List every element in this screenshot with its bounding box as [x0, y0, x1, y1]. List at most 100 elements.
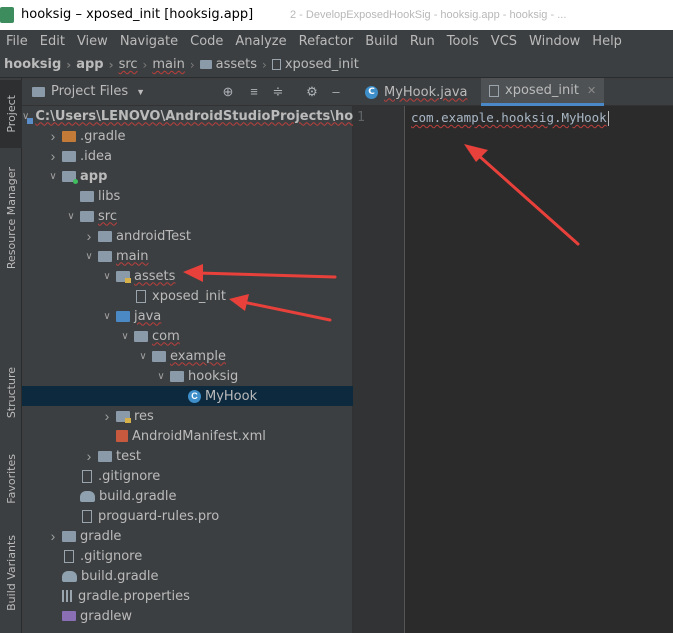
tree-item-hooksig[interactable]: hooksig [22, 366, 353, 386]
close-icon[interactable]: ✕ [587, 84, 596, 97]
tree-item-gradle[interactable]: .gradle [22, 126, 353, 146]
text-caret [607, 111, 609, 126]
menu-refactor[interactable]: Refactor [293, 34, 360, 49]
breadcrumb-item[interactable]: assets › [199, 57, 272, 72]
menu-file[interactable]: File [0, 34, 34, 49]
breadcrumb-item[interactable]: xposed_init [271, 57, 359, 72]
tree-item-gradle[interactable]: gradle [22, 526, 353, 546]
chevron-right-icon[interactable] [46, 528, 60, 544]
chevron-right-icon: › [66, 57, 72, 72]
expand-all-icon[interactable]: ≑ [270, 84, 286, 100]
breadcrumb-item[interactable]: app › [76, 57, 118, 72]
tree-item-gitignore[interactable]: .gitignore [22, 546, 353, 566]
menu-window[interactable]: Window [523, 34, 586, 49]
menu-code[interactable]: Code [184, 34, 229, 49]
window-title: hooksig – xposed_init [hooksig.app] [21, 7, 254, 22]
chevron-down-icon[interactable] [118, 331, 132, 342]
tab-xposed-init[interactable]: xposed_init ✕ [481, 78, 605, 106]
folder-icon [62, 150, 76, 162]
module-folder-icon [62, 170, 78, 184]
target-icon[interactable]: ⊕ [220, 84, 236, 100]
breadcrumb-item[interactable]: main › [152, 57, 199, 72]
chevron-down-icon[interactable] [154, 371, 168, 382]
chevron-down-icon[interactable] [100, 311, 114, 322]
tree-item-myhook[interactable]: C MyHook [22, 386, 353, 406]
tree-item-example[interactable]: example [22, 346, 353, 366]
breadcrumb-item[interactable]: src › [119, 57, 153, 72]
menu-help[interactable]: Help [586, 34, 628, 49]
chevron-down-icon[interactable] [46, 171, 60, 182]
text-file-icon [82, 469, 92, 483]
folder-icon [152, 350, 166, 362]
breadcrumb-item[interactable]: hooksig › [4, 57, 76, 72]
tree-item-gradle-properties[interactable]: gradle.properties [22, 586, 353, 606]
xml-file-icon [116, 430, 128, 442]
tree-item-label: androidTest [116, 228, 191, 244]
tree-item-libs[interactable]: libs [22, 186, 353, 206]
tab-resource-manager[interactable]: Resource Manager [0, 158, 22, 278]
tree-item-xposed-init[interactable]: xposed_init [22, 286, 353, 306]
tree-item-androidmanifest-xml[interactable]: AndroidManifest.xml [22, 426, 353, 446]
tree-item-build-gradle[interactable]: build.gradle [22, 486, 353, 506]
chevron-down-icon[interactable] [100, 271, 114, 282]
chevron-down-icon[interactable]: ▼ [136, 87, 145, 97]
chevron-right-icon[interactable] [100, 408, 114, 424]
project-panel: Project Files ▼ ⊕ ≡ ≑ ⚙ – C:\Users\LENOV… [22, 78, 372, 633]
folder-icon [134, 330, 148, 342]
tab-project[interactable]: Project [0, 80, 22, 148]
chevron-right-icon[interactable] [46, 148, 60, 164]
tree-item-build-gradle[interactable]: build.gradle [22, 566, 353, 586]
tree-item-label: app [80, 168, 108, 184]
folder-icon [98, 230, 112, 242]
tree-item-src[interactable]: src [22, 206, 353, 226]
tree-item-c-users-lenovo-androidstudioprojects-hook[interactable]: C:\Users\LENOVO\AndroidStudioProjects\ho… [22, 106, 353, 126]
tree-item-androidtest[interactable]: androidTest [22, 226, 353, 246]
tab-build-variants[interactable]: Build Variants [0, 528, 22, 618]
menu-vcs[interactable]: VCS [485, 34, 523, 49]
tree-item-gitignore[interactable]: .gitignore [22, 466, 353, 486]
tree-item-gradlew[interactable]: gradlew [22, 606, 353, 626]
chevron-right-icon[interactable] [82, 448, 96, 464]
class-icon: C [188, 389, 201, 403]
tree-item-label: build.gradle [99, 488, 177, 504]
chevron-right-icon[interactable] [46, 128, 60, 144]
tree-item-proguard-rules-pro[interactable]: proguard-rules.pro [22, 506, 353, 526]
file-icon [489, 84, 499, 97]
chevron-down-icon[interactable] [64, 211, 78, 222]
menu-build[interactable]: Build [359, 34, 404, 49]
android-studio-icon [0, 7, 14, 23]
tab-favorites[interactable]: Favorites [0, 444, 22, 514]
chevron-right-icon: › [108, 57, 114, 72]
chevron-right-icon[interactable] [82, 228, 96, 244]
tree-item-idea[interactable]: .idea [22, 146, 353, 166]
tree-item-label: com [152, 328, 180, 344]
tree-item-label: .gitignore [98, 468, 161, 484]
tree-item-com[interactable]: com [22, 326, 353, 346]
tree-item-app[interactable]: app [22, 166, 353, 186]
gear-icon[interactable]: ⚙ [304, 84, 320, 100]
minimize-icon[interactable]: – [328, 84, 344, 100]
menu-view[interactable]: View [71, 34, 114, 49]
chevron-down-icon[interactable] [136, 351, 150, 362]
tree-item-assets[interactable]: assets [22, 266, 353, 286]
project-view-selector[interactable]: Project Files [51, 84, 128, 99]
gradle-icon [62, 570, 77, 582]
menu-run[interactable]: Run [404, 34, 441, 49]
code-line[interactable]: com.example.hooksig.MyHook [411, 110, 609, 126]
collapse-all-icon[interactable]: ≡ [246, 84, 262, 100]
tab-structure[interactable]: Structure [0, 358, 22, 428]
menu-analyze[interactable]: Analyze [229, 34, 292, 49]
tree-item-label: hooksig [188, 368, 239, 384]
tree-item-test[interactable]: test [22, 446, 353, 466]
menu-edit[interactable]: Edit [34, 34, 71, 49]
tree-item-label: build.gradle [81, 568, 159, 584]
tree-item-main[interactable]: main [22, 246, 353, 266]
menu-tools[interactable]: Tools [441, 34, 485, 49]
tab-myhook-java[interactable]: C MyHook.java [357, 78, 476, 106]
tree-item-java[interactable]: java [22, 306, 353, 326]
menu-navigate[interactable]: Navigate [114, 34, 184, 49]
folder-icon [80, 210, 94, 222]
chevron-down-icon[interactable] [82, 251, 96, 262]
tree-item-res[interactable]: res [22, 406, 353, 426]
tree-item-label: gradlew [80, 608, 133, 624]
